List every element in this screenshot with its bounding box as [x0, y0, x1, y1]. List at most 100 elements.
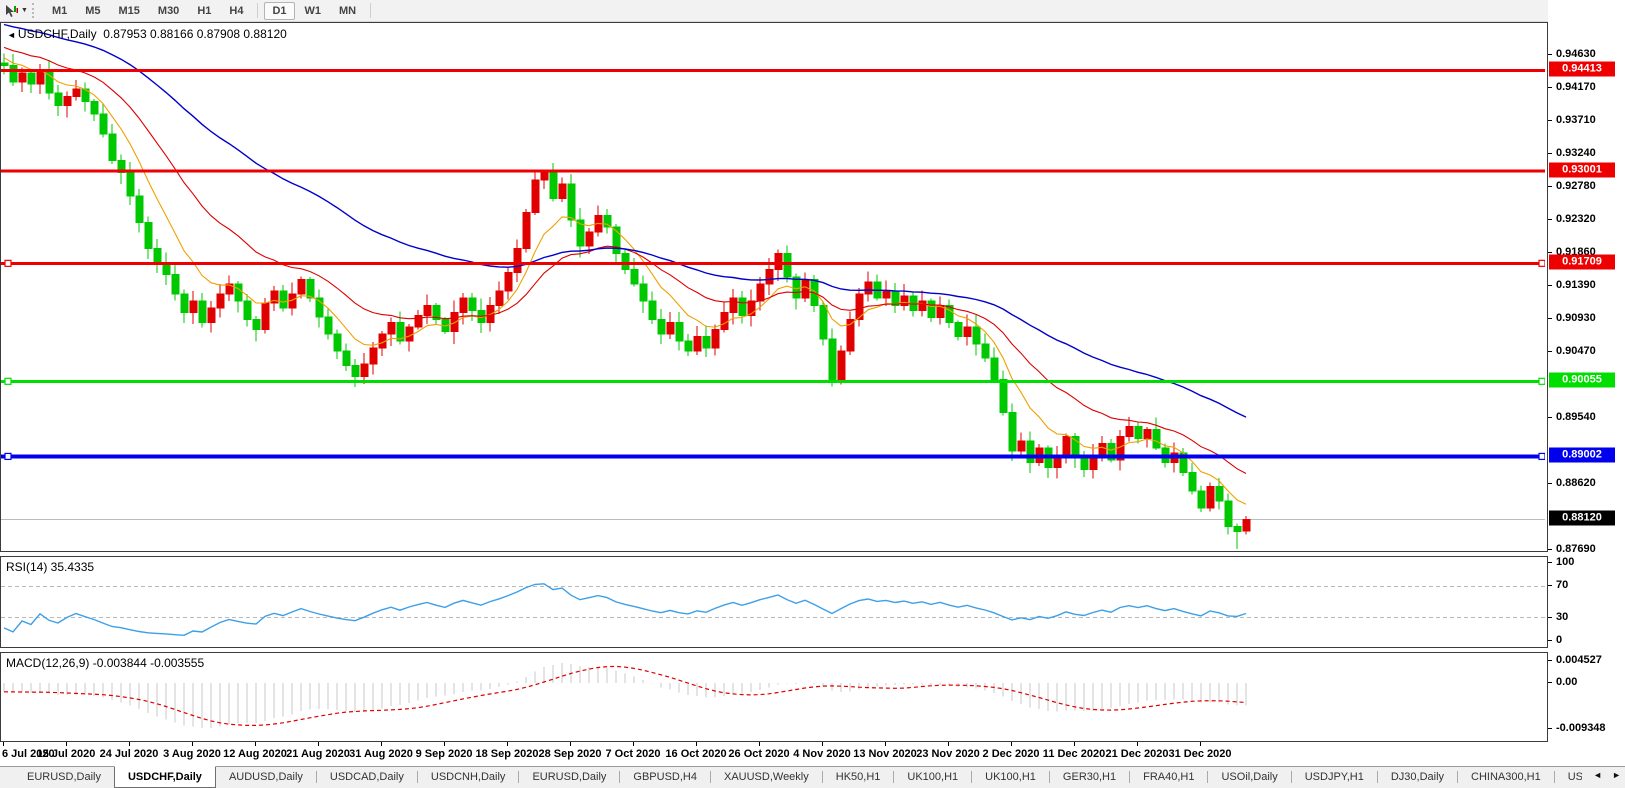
toolbar-separator	[370, 3, 371, 18]
date-label: 18 Sep 2020	[476, 748, 539, 760]
chart-tab-usoil-daily[interactable]: USOil,Daily	[1208, 767, 1290, 787]
chart-tab-usdjpy-h1[interactable]: USDJPY,H1	[1292, 767, 1377, 787]
macd-axis-label: -0.009348	[1556, 722, 1606, 734]
rsi-chart[interactable]	[1, 557, 1545, 645]
rsi-axis-label: 30	[1556, 611, 1568, 623]
axis-tick	[1548, 186, 1552, 187]
date-label: 11 Dec 2020	[1043, 748, 1105, 760]
toolbar-grip[interactable]	[32, 3, 37, 18]
axis-tick	[1548, 219, 1552, 220]
price-axis[interactable]: 0.946300.941700.937100.932400.927800.923…	[1548, 0, 1625, 742]
chart-tab-ger30-h1[interactable]: GER30,H1	[1050, 767, 1129, 787]
date-label: 9 Sep 2020	[416, 748, 473, 760]
rsi-axis-label: 0	[1556, 634, 1562, 646]
chart-tab-uk100-h1[interactable]: UK100,H1	[894, 767, 971, 787]
price-axis-label: 0.94170	[1556, 81, 1596, 93]
chart-tab-usdcad-daily[interactable]: USDCAD,Daily	[317, 767, 417, 787]
chart-tab-audusd-daily[interactable]: AUDUSD,Daily	[216, 767, 316, 787]
date-label: 21 Aug 2020	[286, 748, 350, 760]
line-handle[interactable]	[1539, 378, 1545, 384]
tf-button-h1[interactable]: H1	[189, 2, 219, 20]
line-handle[interactable]	[5, 260, 11, 266]
chart-tab-china300-h1[interactable]: CHINA300,H1	[1458, 767, 1554, 787]
date-tick	[1137, 742, 1138, 746]
axis-tick	[1548, 318, 1552, 319]
tf-button-h4[interactable]: H4	[221, 2, 251, 20]
date-tick	[948, 742, 949, 746]
date-axis[interactable]: 6 Jul 202015 Jul 202024 Jul 20203 Aug 20…	[0, 742, 1548, 766]
chart-tab-usdchf-daily[interactable]: USDCHF,Daily	[114, 766, 216, 788]
date-label: 24 Jul 2020	[100, 748, 159, 760]
rsi-panel[interactable]: RSI(14) 35.4335	[0, 556, 1548, 648]
rsi-axis-label: 70	[1556, 579, 1568, 591]
price-chart-panel[interactable]: ◄USDCHF,Daily 0.87953 0.88166 0.87908 0.…	[0, 22, 1548, 552]
rsi-axis-label: 100	[1556, 556, 1574, 568]
macd-label: MACD(12,26,9) -0.003844 -0.003555	[6, 656, 204, 670]
macd-histogram	[4, 663, 1246, 728]
axis-tick	[1548, 483, 1552, 484]
date-label: 12 Aug 2020	[223, 748, 287, 760]
date-tick	[3, 742, 4, 746]
chart-tab-hk50-h1[interactable]: HK50,H1	[823, 767, 894, 787]
chart-tab-dj30-daily[interactable]: DJ30,Daily	[1378, 767, 1457, 787]
macd-axis-label: 0.00	[1556, 676, 1577, 688]
price-axis-label: 0.92320	[1556, 213, 1596, 225]
candlestick-chart[interactable]	[1, 23, 1545, 549]
date-label: 28 Sep 2020	[539, 748, 602, 760]
date-label: 26 Oct 2020	[728, 748, 789, 760]
date-label: 13 Nov 2020	[853, 748, 917, 760]
price-axis-label: 0.90470	[1556, 345, 1596, 357]
chart-tab-uk100-h1[interactable]: UK100,H1	[972, 767, 1049, 787]
axis-tick	[1548, 728, 1552, 729]
chart-cursor-tool[interactable]: ▼	[4, 4, 28, 18]
tab-scroll-right-icon[interactable]: ►	[1610, 769, 1623, 781]
date-tick	[255, 742, 256, 746]
line-handle[interactable]	[5, 378, 11, 384]
date-tick	[885, 742, 886, 746]
tf-button-m1[interactable]: M1	[44, 2, 75, 20]
axis-tick	[1548, 617, 1552, 618]
macd-panel[interactable]: MACD(12,26,9) -0.003844 -0.003555	[0, 652, 1548, 742]
chart-tab-usdcnh-daily[interactable]: USDCNH,Daily	[418, 767, 519, 787]
tf-button-m30[interactable]: M30	[150, 2, 187, 20]
chart-tab-xauusd-weekly[interactable]: XAUUSD,Weekly	[711, 767, 822, 787]
axis-tick	[1548, 417, 1552, 418]
price-axis-label: 0.93240	[1556, 147, 1596, 159]
rsi-line	[4, 584, 1246, 636]
axis-tick	[1548, 87, 1552, 88]
tf-button-d1[interactable]: D1	[264, 2, 294, 20]
chart-tab-us[interactable]: US	[1555, 767, 1582, 787]
date-tick	[633, 742, 634, 746]
tf-button-w1[interactable]: W1	[297, 2, 330, 20]
date-tick	[381, 742, 382, 746]
tf-button-m5[interactable]: M5	[77, 2, 108, 20]
tf-button-mn[interactable]: MN	[331, 2, 364, 20]
date-label: 3 Aug 2020	[163, 748, 221, 760]
axis-tick	[1548, 549, 1552, 550]
ma-line-50	[4, 25, 1246, 418]
date-tick	[444, 742, 445, 746]
axis-tick	[1548, 682, 1552, 683]
axis-tick	[1548, 120, 1552, 121]
date-label: 16 Oct 2020	[665, 748, 726, 760]
axis-tick	[1548, 252, 1552, 253]
date-tick	[759, 742, 760, 746]
chart-tab-gbpusd-h4[interactable]: GBPUSD,H4	[620, 767, 710, 787]
axis-tick	[1548, 153, 1552, 154]
macd-chart[interactable]	[1, 653, 1545, 739]
chart-symbol-label: USDCHF,Daily	[18, 27, 97, 41]
line-handle[interactable]	[1539, 453, 1545, 459]
tf-button-m15[interactable]: M15	[111, 2, 148, 20]
date-label: 4 Nov 2020	[793, 748, 850, 760]
chart-ohlc-values: 0.87953 0.88166 0.87908 0.88120	[103, 27, 287, 41]
tab-scroll-buttons: ◄ ►	[1591, 769, 1623, 781]
toolbar-separator	[257, 3, 258, 18]
line-handle[interactable]	[1539, 260, 1545, 266]
chart-tab-eurusd-daily[interactable]: EURUSD,Daily	[519, 767, 619, 787]
line-handle[interactable]	[5, 453, 11, 459]
chart-tab-fra40-h1[interactable]: FRA40,H1	[1130, 767, 1207, 787]
chart-tab-eurusd-daily[interactable]: EURUSD,Daily	[14, 767, 114, 787]
date-tick	[192, 742, 193, 746]
tab-scroll-left-icon[interactable]: ◄	[1591, 769, 1604, 781]
axis-tick	[1548, 640, 1552, 641]
